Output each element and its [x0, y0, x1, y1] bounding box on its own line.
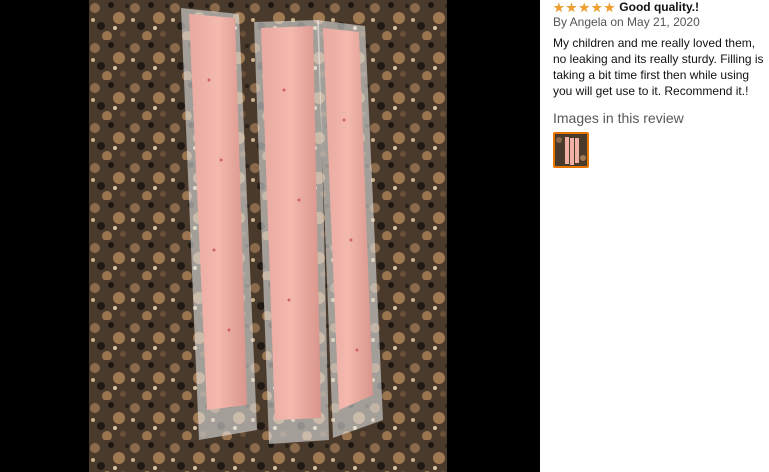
- review-byline: By Angela on May 21, 2020: [553, 15, 700, 29]
- popsicle-bags-image: [89, 0, 447, 472]
- star-icon: ★: [553, 0, 565, 15]
- star-icon: ★: [565, 0, 578, 15]
- star-icon: ★: [603, 0, 616, 15]
- review-photo[interactable]: [89, 0, 447, 472]
- thumbnail-image: [555, 134, 587, 166]
- rating-stars: ★ ★ ★ ★ ★: [553, 1, 615, 14]
- review-panel: ★ ★ ★ ★ ★ Good quality.! By Angela on Ma…: [553, 0, 769, 472]
- review-title: Good quality.!: [619, 0, 700, 14]
- images-heading: Images in this review: [553, 110, 684, 126]
- review-text: My children and me really loved them, no…: [553, 36, 764, 98]
- review-image-thumbnail[interactable]: [553, 132, 589, 168]
- review-header: ★ ★ ★ ★ ★ Good quality.!: [553, 0, 769, 14]
- image-viewer: [0, 0, 540, 472]
- star-icon: ★: [590, 0, 603, 15]
- star-icon: ★: [578, 0, 590, 15]
